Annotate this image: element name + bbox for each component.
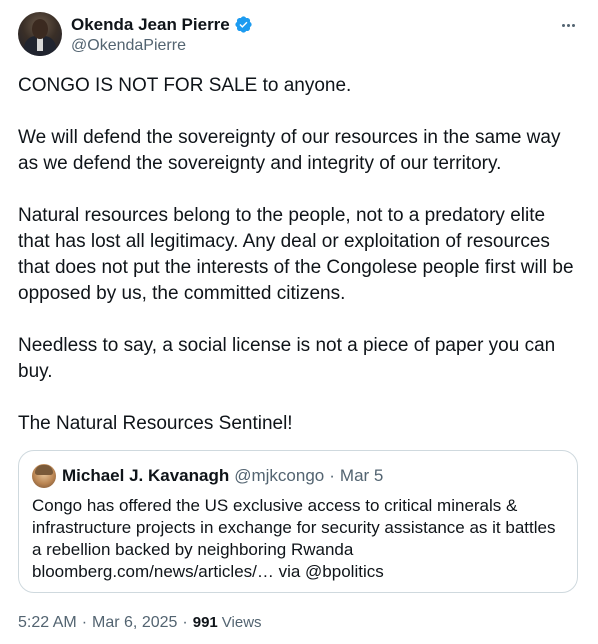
quoted-date: Mar 5	[339, 466, 384, 485]
more-dot	[561, 23, 565, 27]
tweet-paragraph: The Natural Resources Sentinel!	[18, 413, 293, 434]
quoted-avatar	[32, 464, 56, 488]
tweet-header: Okenda Jean Pierre @OkendaPierre	[18, 12, 580, 58]
quoted-separator: ·	[329, 466, 335, 485]
quoted-author-name: Michael J. Kavanagh	[62, 466, 230, 485]
more-options-icon[interactable]	[556, 18, 580, 32]
quoted-tweet-text: Congo has offered the US exclusive acces…	[32, 496, 556, 581]
meta-separator: ·	[182, 614, 188, 631]
tweet-paragraph: Needless to say, a social license is not…	[18, 335, 556, 382]
verified-badge-icon	[235, 16, 252, 33]
author-info: Okenda Jean Pierre @OkendaPierre	[71, 14, 253, 55]
more-dot	[566, 23, 570, 27]
tweet-date[interactable]: Mar 6, 2025	[92, 614, 177, 632]
tweet-paragraph: Natural resources belong to the people, …	[18, 205, 574, 304]
views-count: 991	[192, 614, 218, 631]
avatar-shirt	[37, 37, 43, 51]
quoted-avatar-hair	[35, 465, 53, 475]
quoted-tweet[interactable]: Michael J. Kavanagh @mjkcongo · Mar 5 Co…	[18, 450, 578, 593]
quoted-tweet-header: Michael J. Kavanagh @mjkcongo · Mar 5	[32, 464, 383, 488]
author-name[interactable]: Okenda Jean Pierre	[71, 15, 230, 35]
more-dot	[571, 23, 575, 27]
views-label: Views	[221, 614, 262, 631]
tweet-paragraph: CONGO IS NOT FOR SALE to anyone.	[18, 75, 352, 96]
tweet-text: CONGO IS NOT FOR SALE to anyone. We will…	[18, 73, 580, 437]
author-handle[interactable]: @OkendaPierre	[71, 37, 253, 55]
tweet-meta: 5:22 AM · Mar 6, 2025 · 991 Views	[18, 614, 262, 632]
avatar[interactable]	[18, 12, 62, 56]
tweet-paragraph: We will defend the sovereignty of our re…	[18, 127, 561, 174]
meta-separator: ·	[81, 614, 88, 631]
name-row: Okenda Jean Pierre	[71, 14, 253, 35]
tweet-time[interactable]: 5:22 AM	[18, 614, 77, 632]
tweet: Okenda Jean Pierre @OkendaPierre CONGO I…	[0, 0, 598, 644]
quoted-author-handle: @mjkcongo	[234, 466, 325, 485]
avatar-face	[32, 19, 48, 39]
